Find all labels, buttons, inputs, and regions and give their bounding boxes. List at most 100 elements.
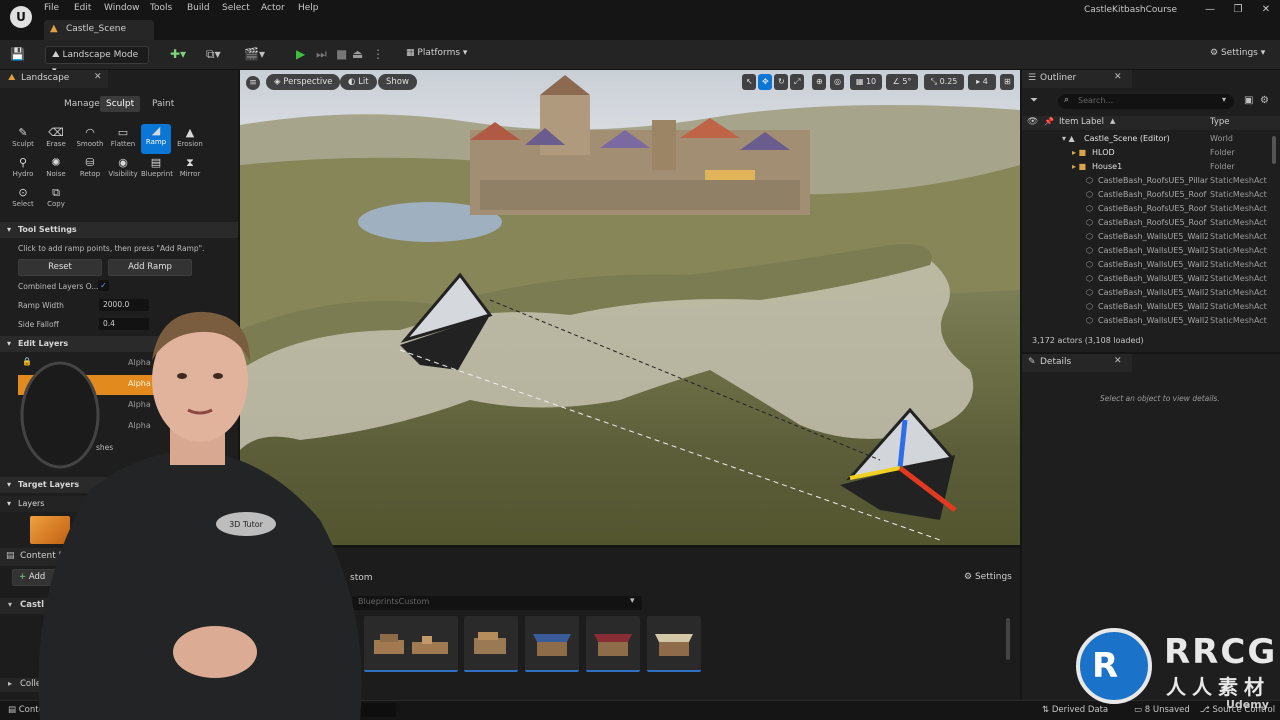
menu-help[interactable]: Help [298,3,319,13]
tab-castle-scene[interactable]: ▲ Castle_Scene [44,20,154,40]
gear-icon[interactable]: ⚙ [1260,95,1269,106]
menu-tools[interactable]: Tools [150,3,172,13]
tool-settings-header[interactable]: ▾ Tool Settings [0,222,238,238]
stop-icon[interactable]: ■ [336,47,347,61]
unreal-logo-icon[interactable]: U [10,6,32,28]
eject-icon[interactable]: ⏏ [352,47,363,61]
show-button[interactable]: Show [378,74,417,90]
play-icon[interactable]: ▶ [296,47,305,61]
select-mode-icon[interactable]: ↖ [742,74,756,90]
asset-thumbnail[interactable] [404,616,458,672]
world-space-icon[interactable]: ⊕ [812,74,826,90]
asset-thumbnail[interactable] [525,616,579,672]
save-icon[interactable]: 💾 [10,47,25,61]
close-window-icon[interactable]: ✕ [1258,4,1274,15]
more-options-icon[interactable]: ⋮ [372,47,384,61]
visibility-column-icon[interactable]: 👁 [1027,117,1038,127]
step-icon[interactable]: ⏭ [316,47,327,62]
perspective-button[interactable]: ◈ Perspective [266,74,341,90]
add-folder-icon[interactable]: ▣ [1244,95,1253,106]
translate-icon[interactable]: ✥ [758,74,772,90]
menu-actor[interactable]: Actor [261,3,285,13]
content-scrollbar[interactable] [1006,618,1010,660]
tab-outliner[interactable]: ☰ Outliner ✕ [1022,70,1132,88]
tool-ramp[interactable]: ◢ Ramp [141,124,171,154]
item-label-column[interactable]: Item Label [1059,117,1104,127]
surface-snap-icon[interactable]: ◎ [830,74,844,90]
main-toolbar: 💾 ⛰ Landscape Mode ▾ ✚▾ ⧉▾ 🎬▾ ▶ ⏭ ■ ⏏ ⋮ … [0,40,1280,76]
scale-icon[interactable]: ⤢ [790,74,804,90]
outliner-row-world[interactable]: ▾ ▲ Castle_Scene (Editor) World [1022,132,1280,146]
close-icon[interactable]: ✕ [1114,72,1122,82]
reset-button[interactable]: Reset [18,259,102,276]
tool-noise[interactable]: ✺ Noise [41,156,71,186]
outliner-row-actor[interactable]: ⬡ CastleBash_WallsUE5_Wall2 StaticMeshAct [1022,272,1280,286]
asset-thumbnail[interactable] [464,616,518,672]
outliner-row-actor[interactable]: ⬡ CastleBash_WallsUE5_Wall2 StaticMeshAct [1022,286,1280,300]
tool-visibility[interactable]: ◉ Visibility [108,156,138,186]
menu-build[interactable]: Build [187,3,210,13]
camera-speed-toggle[interactable]: ▸ 4 [968,74,996,90]
minimize-icon[interactable]: — [1202,4,1218,15]
content-settings-button[interactable]: ⚙ Settings [964,572,1012,582]
lit-button[interactable]: ◐ Lit [340,74,377,90]
scale-snap-toggle[interactable]: ⤡ 0.25 [924,74,964,90]
asset-thumbnail[interactable] [647,616,701,672]
maximize-icon[interactable]: ❐ [1230,4,1246,15]
cinematics-icon[interactable]: 🎬▾ [244,47,265,61]
tool-select[interactable]: ⊙ Select [8,186,38,216]
platforms-menu[interactable]: ▦ Platforms ▾ [406,48,467,58]
tool-smooth[interactable]: ◠ Smooth [75,126,105,156]
outliner-row-actor[interactable]: ⬡ CastleBash_WallsUE5_Wall2 StaticMeshAct [1022,258,1280,272]
outliner-row-folder[interactable]: ▸ ■ House1 Folder [1022,160,1280,174]
pin-column-icon[interactable]: 📌 [1044,117,1054,126]
hamburger-menu-icon[interactable]: ≡ [246,76,260,90]
tool-mirror[interactable]: ⧗ Mirror [175,156,205,186]
add-actor-icon[interactable]: ✚▾ [170,47,186,61]
settings-menu[interactable]: ⚙ Settings ▾ [1210,48,1265,58]
tab-sculpt[interactable]: Sculpt [100,96,141,112]
rotate-icon[interactable]: ↻ [774,74,788,90]
tool-hydro[interactable]: ⚲ Hydro [8,156,38,186]
outliner-row-actor[interactable]: ⬡ CastleBash_WallsUE5_Wall2 StaticMeshAct [1022,314,1280,328]
outliner-row-actor[interactable]: ⬡ CastleBash_WallsUE5_Wall2 StaticMeshAct [1022,230,1280,244]
path-filter-dropdown[interactable]: BlueprintsCustom ▾ [352,596,642,610]
derived-data-button[interactable]: ⇅ Derived Data [1042,705,1108,715]
filter-icon[interactable]: ⏷ [1030,95,1038,106]
tab-details[interactable]: ✎ Details ✕ [1022,354,1132,372]
outliner-row-actor[interactable]: ⬡ CastleBash_WallsUE5_Wall2 StaticMeshAct [1022,300,1280,314]
add-ramp-button[interactable]: Add Ramp [108,259,192,276]
tool-sculpt[interactable]: ✎ Sculpt [8,126,38,156]
tab-paint[interactable]: Paint [146,96,180,112]
tool-erase[interactable]: ⌫ Erase [41,126,71,156]
maximize-viewport-icon[interactable]: ⊞ [1000,74,1014,90]
outliner-row-actor[interactable]: ⬡ CastleBash_RoofsUE5_Roof StaticMeshAct [1022,202,1280,216]
unsaved-button[interactable]: ▭ 8 Unsaved [1134,705,1190,715]
outliner-row-actor[interactable]: ⬡ CastleBash_RoofsUE5_Roof StaticMeshAct [1022,216,1280,230]
search-input[interactable]: ⌕ Search... ▾ [1058,94,1234,109]
tool-erosion[interactable]: ▲ Erosion [175,126,205,156]
outliner-scrollbar[interactable] [1272,136,1276,164]
menu-file[interactable]: File [44,3,59,13]
blueprint-icon[interactable]: ⧉▾ [206,47,221,62]
asset-thumbnail[interactable] [586,616,640,672]
landscape-mode-dropdown[interactable]: ⛰ Landscape Mode ▾ [45,46,149,76]
type-column[interactable]: Type [1210,117,1230,127]
close-icon[interactable]: ✕ [94,72,102,82]
menu-select[interactable]: Select [222,3,250,13]
outliner-row-actor[interactable]: ⬡ CastleBash_WallsUE5_Wall2 StaticMeshAct [1022,244,1280,258]
tool-flatten[interactable]: ▭ Flatten [108,126,138,156]
tool-blueprint[interactable]: ▤ Blueprint [141,156,173,186]
tab-landscape[interactable]: ⛰ Landscape ✕ [0,70,108,88]
close-icon[interactable]: ✕ [1114,356,1122,366]
tool-retop[interactable]: ⛁ Retop [75,156,105,186]
grid-snap-toggle[interactable]: ▦ 10 [850,74,882,90]
menu-window[interactable]: Window [104,3,140,13]
tab-manage[interactable]: Manage [58,96,106,112]
rotation-snap-toggle[interactable]: ∠ 5° [886,74,918,90]
tool-copy[interactable]: ⧉ Copy [41,186,71,216]
outliner-row-actor[interactable]: ⬡ CastleBash_RoofsUE5_Roof StaticMeshAct [1022,188,1280,202]
menu-edit[interactable]: Edit [74,3,91,13]
outliner-row-actor[interactable]: ⬡ CastleBash_RoofsUE5_Pillar StaticMeshAct [1022,174,1280,188]
outliner-row-folder[interactable]: ▸ ■ HLOD Folder [1022,146,1280,160]
